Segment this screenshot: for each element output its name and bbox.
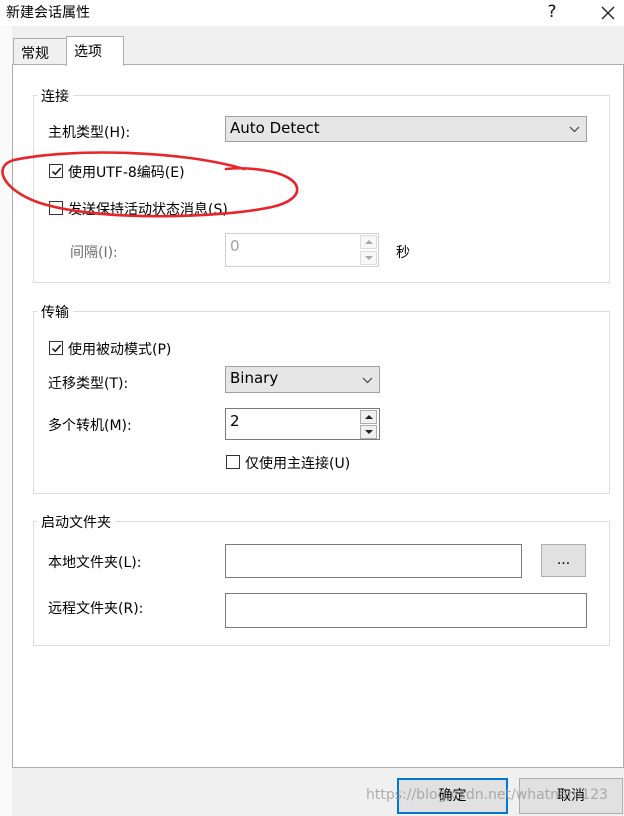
tab-general[interactable]: 常规 xyxy=(13,38,68,65)
host-type-value: Auto Detect xyxy=(230,119,320,137)
watermark-text: https://blog.csdn.net/whatnam123 xyxy=(366,787,608,803)
window-title: 新建会话属性 xyxy=(6,5,90,21)
interval-input[interactable]: 0 xyxy=(225,233,379,267)
primary-only-checkbox[interactable] xyxy=(226,455,240,469)
interval-value: 0 xyxy=(230,237,240,255)
help-button[interactable]: ? xyxy=(532,0,572,26)
chevron-down-icon xyxy=(569,126,580,133)
utf8-checkbox[interactable] xyxy=(49,164,63,178)
browse-button[interactable]: ... xyxy=(541,544,586,577)
host-type-label: 主机类型(H): xyxy=(48,125,131,141)
primary-only-label[interactable]: 仅使用主连接(U) xyxy=(245,453,350,473)
transfer-type-dropdown[interactable] xyxy=(357,367,379,392)
checkmark-icon xyxy=(51,167,62,176)
connection-group-title: 连接 xyxy=(37,86,73,106)
multi-host-label: 多个转机(M): xyxy=(48,418,132,434)
triangle-down-icon xyxy=(365,256,373,260)
close-icon xyxy=(601,6,615,20)
interval-unit: 秒 xyxy=(396,245,410,261)
host-type-dropdown[interactable] xyxy=(564,117,586,141)
triangle-up-icon xyxy=(365,240,373,244)
remote-folder-input[interactable] xyxy=(225,593,587,628)
remote-folder-label: 远程文件夹(R): xyxy=(48,601,144,617)
multi-host-spin-down[interactable] xyxy=(360,425,377,439)
checkmark-icon xyxy=(51,344,62,353)
background-window-edge xyxy=(0,26,12,816)
multi-host-spin-up[interactable] xyxy=(360,410,377,424)
transfer-type-select[interactable]: Binary xyxy=(225,366,380,393)
passive-mode-checkbox[interactable] xyxy=(49,341,63,355)
title-bar: 新建会话属性 ? xyxy=(0,0,624,26)
close-button[interactable] xyxy=(588,0,624,26)
host-type-select[interactable]: Auto Detect xyxy=(225,116,587,142)
keepalive-label[interactable]: 发送保持活动状态消息(S) xyxy=(68,199,228,219)
triangle-up-icon xyxy=(365,415,373,419)
chevron-down-icon xyxy=(362,377,373,383)
transfer-type-label: 迁移类型(T): xyxy=(48,376,129,392)
local-folder-input[interactable] xyxy=(225,544,522,578)
passive-mode-label[interactable]: 使用被动模式(P) xyxy=(68,339,171,359)
transfer-group-title: 传输 xyxy=(37,302,73,322)
interval-label: 间隔(I): xyxy=(70,245,118,261)
utf8-label[interactable]: 使用UTF-8编码(E) xyxy=(68,162,185,182)
tab-options[interactable]: 选项 xyxy=(66,36,124,66)
keepalive-checkbox[interactable] xyxy=(49,201,63,215)
transfer-type-value: Binary xyxy=(230,369,279,387)
triangle-down-icon xyxy=(365,430,373,434)
local-folder-label: 本地文件夹(L): xyxy=(48,555,142,571)
multi-host-value: 2 xyxy=(230,412,240,430)
multi-host-input[interactable]: 2 xyxy=(225,408,380,440)
interval-spin-up[interactable] xyxy=(360,235,377,249)
startup-folder-group-title: 启动文件夹 xyxy=(37,512,115,532)
interval-spin-down[interactable] xyxy=(360,251,377,265)
